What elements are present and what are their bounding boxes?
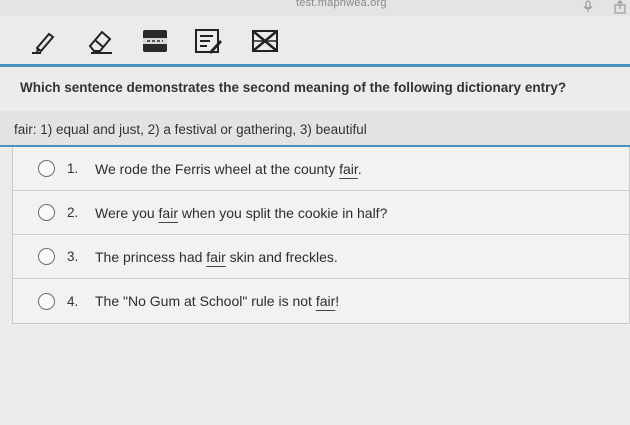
browser-url[interactable]: test.maphwea.org xyxy=(296,0,387,9)
answer-option-2[interactable]: 2. Were you fair when you split the cook… xyxy=(13,191,629,235)
option-text: The "No Gum at School" rule is not fair! xyxy=(95,293,340,309)
option-text: We rode the Ferris wheel at the county f… xyxy=(95,160,362,177)
line-reader-icon[interactable] xyxy=(140,26,170,56)
answer-option-1[interactable]: 1. We rode the Ferris wheel at the count… xyxy=(13,147,629,191)
microphone-icon[interactable] xyxy=(581,0,595,14)
option-number: 2. xyxy=(67,205,79,220)
answer-option-3[interactable]: 3. The princess had fair skin and freckl… xyxy=(13,235,629,279)
target-word: fair xyxy=(339,160,358,177)
target-word: fair xyxy=(315,293,336,309)
answer-options: 1. We rode the Ferris wheel at the count… xyxy=(12,147,630,324)
eraser-icon[interactable] xyxy=(85,26,115,56)
share-icon[interactable] xyxy=(613,0,627,14)
answer-eliminator-icon[interactable] xyxy=(250,26,280,56)
radio-button[interactable] xyxy=(38,292,55,310)
option-number: 3. xyxy=(67,249,79,264)
target-word: fair xyxy=(206,248,226,265)
option-number: 4. xyxy=(67,293,79,309)
target-word: fair xyxy=(158,204,178,221)
radio-button[interactable] xyxy=(38,248,55,265)
notepad-icon[interactable] xyxy=(193,26,223,56)
option-text: Were you fair when you split the cookie … xyxy=(95,204,388,221)
question-prompt: Which sentence demonstrates the second m… xyxy=(20,80,567,95)
option-number: 1. xyxy=(67,161,79,176)
tool-bar xyxy=(0,16,630,66)
radio-button[interactable] xyxy=(38,204,55,221)
browser-bar: test.maphwea.org xyxy=(0,0,630,16)
pencil-icon[interactable] xyxy=(28,26,58,56)
answer-option-4[interactable]: 4. The "No Gum at School" rule is not fa… xyxy=(13,279,629,323)
dictionary-entry: fair: 1) equal and just, 2) a festival o… xyxy=(14,122,367,137)
radio-button[interactable] xyxy=(38,160,55,177)
option-text: The princess had fair skin and freckles. xyxy=(95,248,338,265)
